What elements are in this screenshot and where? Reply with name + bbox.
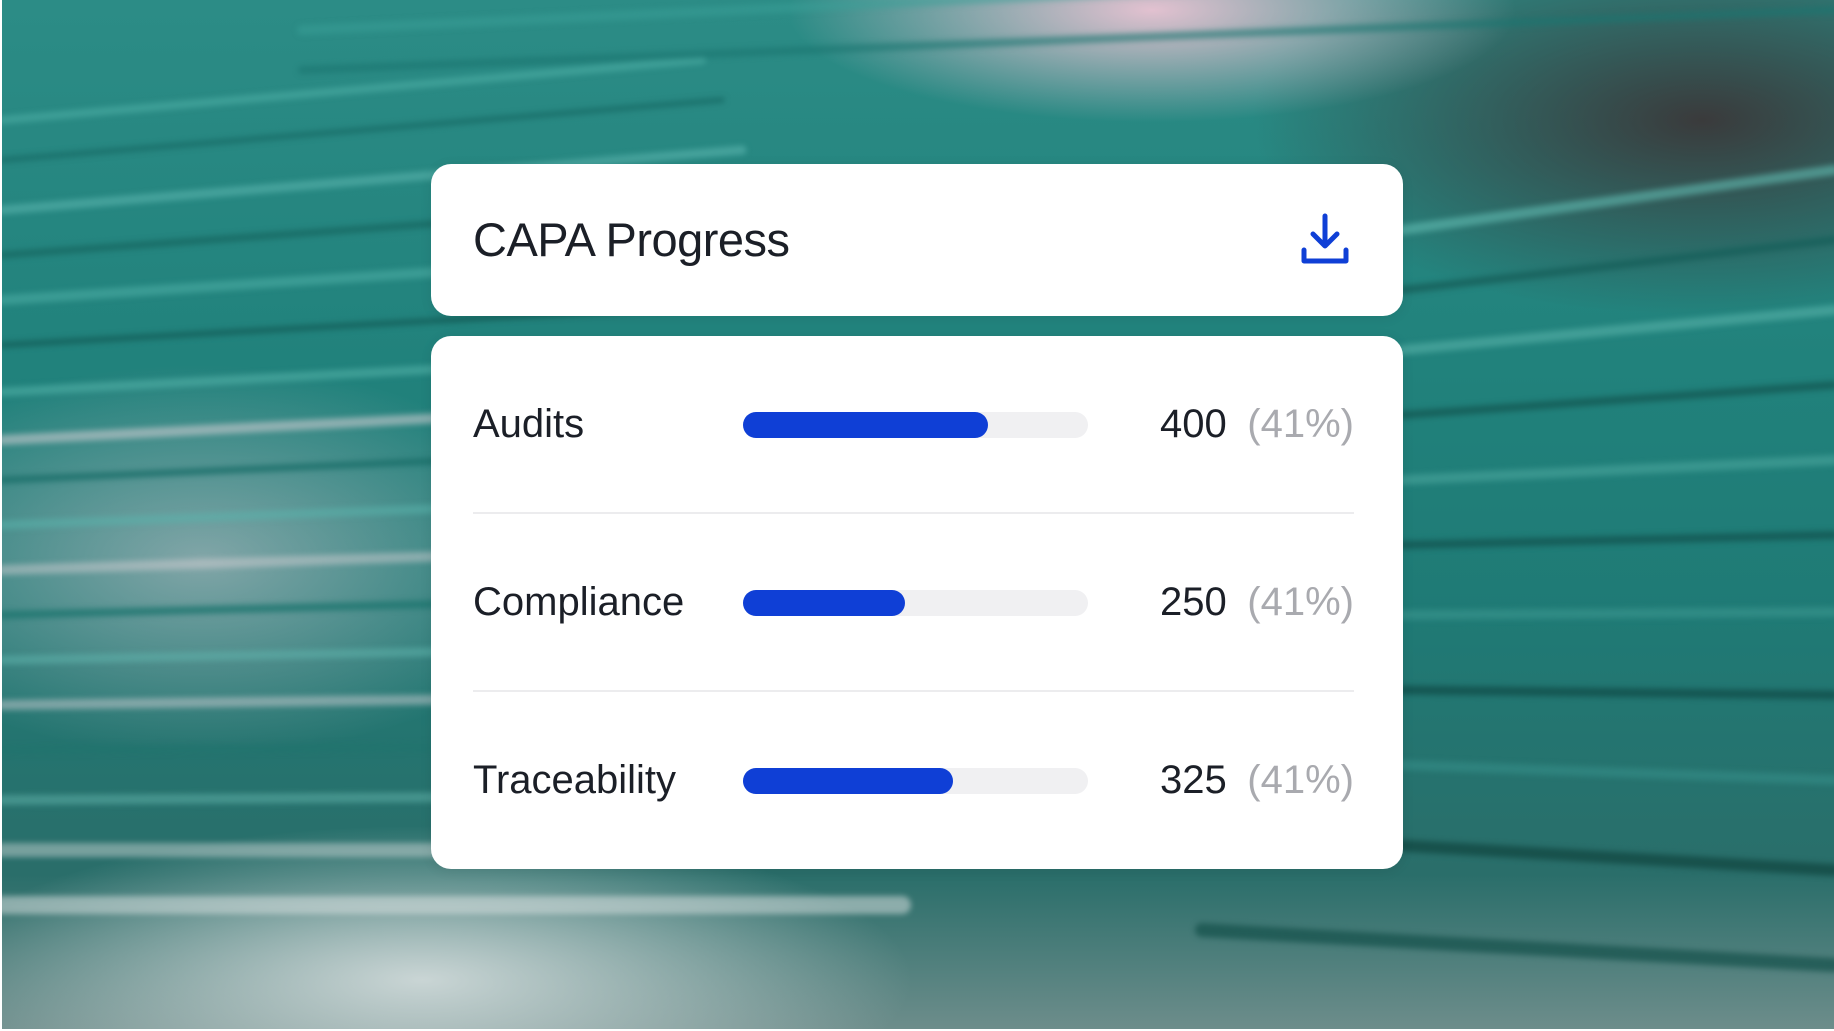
capa-metrics-card: Audits 400 (41%) Compliance 250 (41%) Tr… [431,336,1403,869]
metric-label: Audits [473,402,585,446]
metric-row-compliance: Compliance 250 (41%) [473,514,1354,692]
metric-value: 250 [1160,580,1227,624]
progress-fill [743,412,988,438]
download-icon [1301,213,1349,264]
metric-row-audits: Audits 400 (41%) [473,336,1354,514]
metric-percent: (41%) [1247,402,1354,446]
progress-fill [743,768,954,794]
page-title: CAPA Progress [473,213,790,266]
capa-progress-header-card: CAPA Progress [431,164,1403,316]
metric-percent: (41%) [1247,580,1354,624]
metric-value: 400 [1160,402,1227,446]
download-button[interactable] [1299,212,1351,268]
metric-label: Traceability [473,758,677,802]
metric-value: 325 [1160,758,1227,802]
progress-track [743,412,1088,438]
metric-row-traceability: Traceability 325 (41%) [473,692,1354,870]
metric-percent: (41%) [1247,758,1354,802]
progress-track [743,590,1088,616]
metric-label: Compliance [473,580,685,624]
progress-fill [743,590,906,616]
progress-track [743,768,1088,794]
